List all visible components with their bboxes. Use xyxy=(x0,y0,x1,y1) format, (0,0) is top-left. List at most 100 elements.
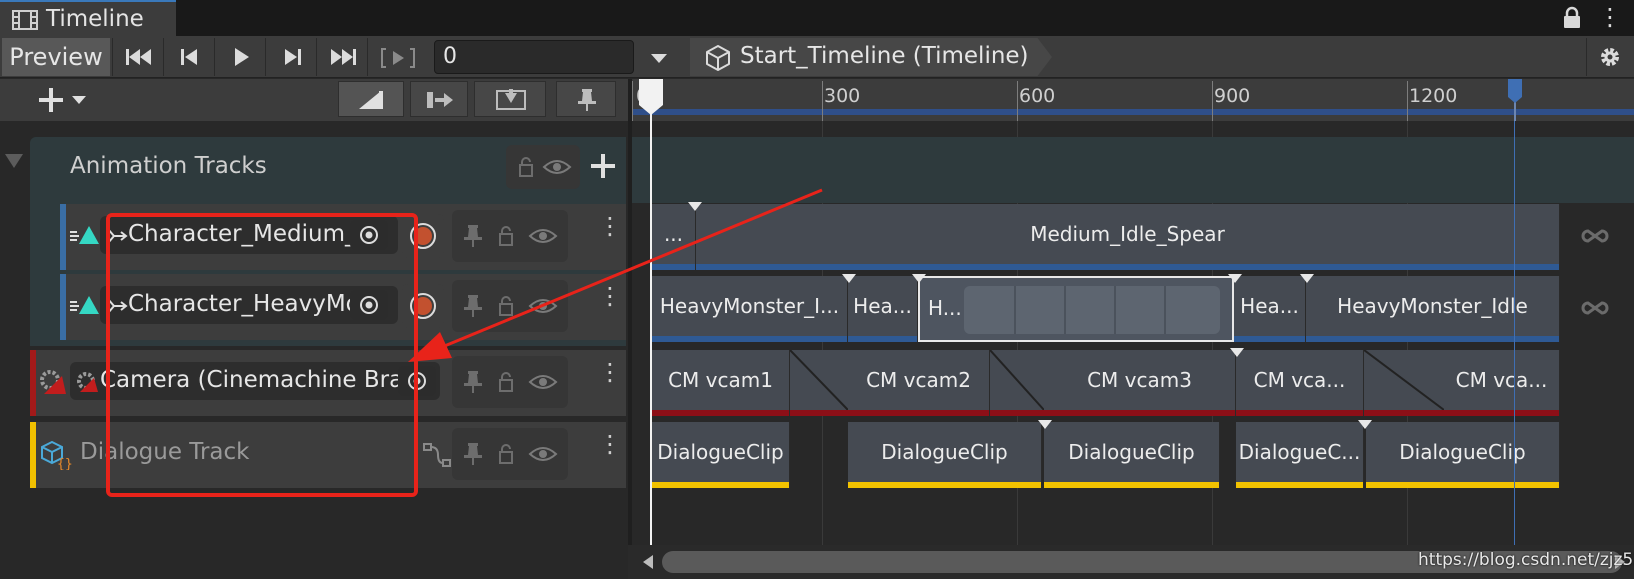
lock-open-icon[interactable] xyxy=(498,371,514,393)
eye-icon[interactable] xyxy=(528,444,558,464)
preview-button[interactable]: Preview xyxy=(2,38,110,76)
ruler-label: 300 xyxy=(824,85,861,107)
clip-underline xyxy=(848,336,917,342)
step-back-icon xyxy=(181,49,197,65)
previous-frame-button[interactable] xyxy=(163,38,213,76)
clip-underline xyxy=(848,482,1041,488)
track-color-bar xyxy=(30,422,36,488)
selected-animation-clip[interactable]: H... xyxy=(918,276,1234,342)
clip-label: DialogueClip xyxy=(1399,440,1526,464)
clip-underline xyxy=(1044,482,1219,488)
marker-icon xyxy=(1230,348,1244,357)
time-ruler[interactable]: 0 300 600 900 1200 xyxy=(628,79,1634,121)
goto-end-button[interactable] xyxy=(316,38,366,76)
cinemachine-icon xyxy=(40,370,66,394)
clip-label: DialogueClip xyxy=(657,440,784,464)
annotation-arrow xyxy=(408,188,823,362)
snap-to-edge-button[interactable] xyxy=(338,81,404,117)
dialogue-clip[interactable]: DialogueClip xyxy=(1044,422,1220,488)
replace-mode-button[interactable] xyxy=(474,81,546,117)
marker-icon xyxy=(842,274,856,283)
pin-icon[interactable] xyxy=(464,442,482,466)
breadcrumb[interactable]: Start_Timeline (Timeline) xyxy=(690,38,1052,76)
play-range-button[interactable] xyxy=(367,38,427,76)
track-controls xyxy=(452,428,568,480)
dialogue-clip[interactable]: DialogueClip xyxy=(652,422,790,488)
clip-underline xyxy=(848,410,989,416)
window-title: Timeline xyxy=(46,6,144,32)
clip-label: Medium_Idle_Spear xyxy=(1030,222,1225,246)
clip-underline xyxy=(652,482,789,488)
track-color-bar xyxy=(60,204,66,270)
ripple-mode-button[interactable] xyxy=(410,81,468,117)
lock-open-icon[interactable] xyxy=(518,156,534,178)
frame-input[interactable]: 0 xyxy=(434,40,634,74)
blend-region[interactable] xyxy=(990,350,1044,416)
next-frame-button[interactable] xyxy=(265,38,315,76)
ripple-icon xyxy=(427,92,453,108)
playhead-handle[interactable] xyxy=(639,79,663,115)
cinemachine-shot-clip[interactable]: CM vcam3 xyxy=(1044,350,1236,416)
window-menu-icon[interactable]: ⋮ xyxy=(1598,4,1622,32)
clip-underline xyxy=(1236,410,1363,416)
add-to-group-icon[interactable] xyxy=(590,153,616,179)
animation-clip[interactable]: HeavyMonster_Idle xyxy=(1306,276,1560,342)
clip-label: H... xyxy=(928,296,962,320)
pin-button[interactable] xyxy=(556,81,616,117)
clip-underline xyxy=(1366,482,1559,488)
play-button[interactable] xyxy=(214,38,264,76)
clip-label: CM vcam3 xyxy=(1087,368,1192,392)
clip-underline xyxy=(1236,482,1363,488)
animation-clip[interactable]: Hea... xyxy=(1234,276,1306,342)
eye-icon[interactable] xyxy=(542,157,572,177)
replace-icon xyxy=(496,89,526,110)
skip-to-end-icon xyxy=(331,49,356,65)
group-label: Animation Tracks xyxy=(70,153,267,179)
dialogue-clip[interactable]: DialogueC... xyxy=(1236,422,1364,488)
cinemachine-shot-clip[interactable]: CM vcam2 xyxy=(848,350,990,416)
clip-label: DialogueClip xyxy=(881,440,1008,464)
pin-icon[interactable] xyxy=(464,370,482,394)
marker-icon xyxy=(1038,420,1052,429)
settings-button[interactable] xyxy=(1586,38,1632,76)
gear-icon xyxy=(1601,48,1619,66)
track-color-bar xyxy=(60,274,66,340)
end-marker-icon xyxy=(1508,79,1522,103)
collapse-group-icon[interactable] xyxy=(2,152,28,176)
pin-icon xyxy=(578,89,596,111)
cinemachine-shot-clip[interactable]: CM vca... xyxy=(1444,350,1560,416)
ruler-label: 900 xyxy=(1214,85,1251,107)
scroll-left-icon[interactable] xyxy=(642,555,654,569)
clip-label: CM vca... xyxy=(1253,368,1346,392)
clip-label: DialogueC... xyxy=(1238,440,1361,464)
cinemachine-shot-clip[interactable]: CM vca... xyxy=(1236,350,1364,416)
lock-open-icon[interactable] xyxy=(498,443,514,465)
lock-icon[interactable] xyxy=(1562,6,1582,30)
marker-icon xyxy=(1358,420,1372,429)
goto-start-button[interactable] xyxy=(112,38,162,76)
curves-icon[interactable] xyxy=(422,442,452,468)
watermark-text: https://blog.csdn.net/zjz520yy xyxy=(1418,550,1634,570)
dialogue-clip[interactable]: DialogueClip xyxy=(1366,422,1560,488)
ruler-tick xyxy=(1017,81,1018,121)
eye-icon[interactable] xyxy=(528,372,558,392)
film-icon xyxy=(12,10,38,30)
timeline-window-tab[interactable]: Timeline xyxy=(0,0,176,36)
ruler-label: 1200 xyxy=(1409,85,1458,107)
timeline-dropdown[interactable] xyxy=(640,38,680,76)
clip-underline xyxy=(1306,336,1559,342)
marker-icon xyxy=(1300,274,1314,283)
add-track-button[interactable] xyxy=(30,81,98,117)
clip-underline xyxy=(1234,336,1305,342)
window-tab-bar xyxy=(0,0,1634,36)
script-cube-icon: {} xyxy=(41,440,72,470)
blend-region[interactable] xyxy=(1364,350,1444,416)
dialogue-clip[interactable]: DialogueClip xyxy=(848,422,1042,488)
clip-label: Hea... xyxy=(853,294,912,318)
infinite-icon xyxy=(1581,301,1609,315)
clip-label: Hea... xyxy=(1240,294,1299,318)
track-color-bar xyxy=(30,350,36,416)
ruler-tick xyxy=(632,81,633,121)
animation-clip[interactable]: Hea... xyxy=(848,276,918,342)
track-menu-icon[interactable]: ⋮ xyxy=(598,432,622,456)
